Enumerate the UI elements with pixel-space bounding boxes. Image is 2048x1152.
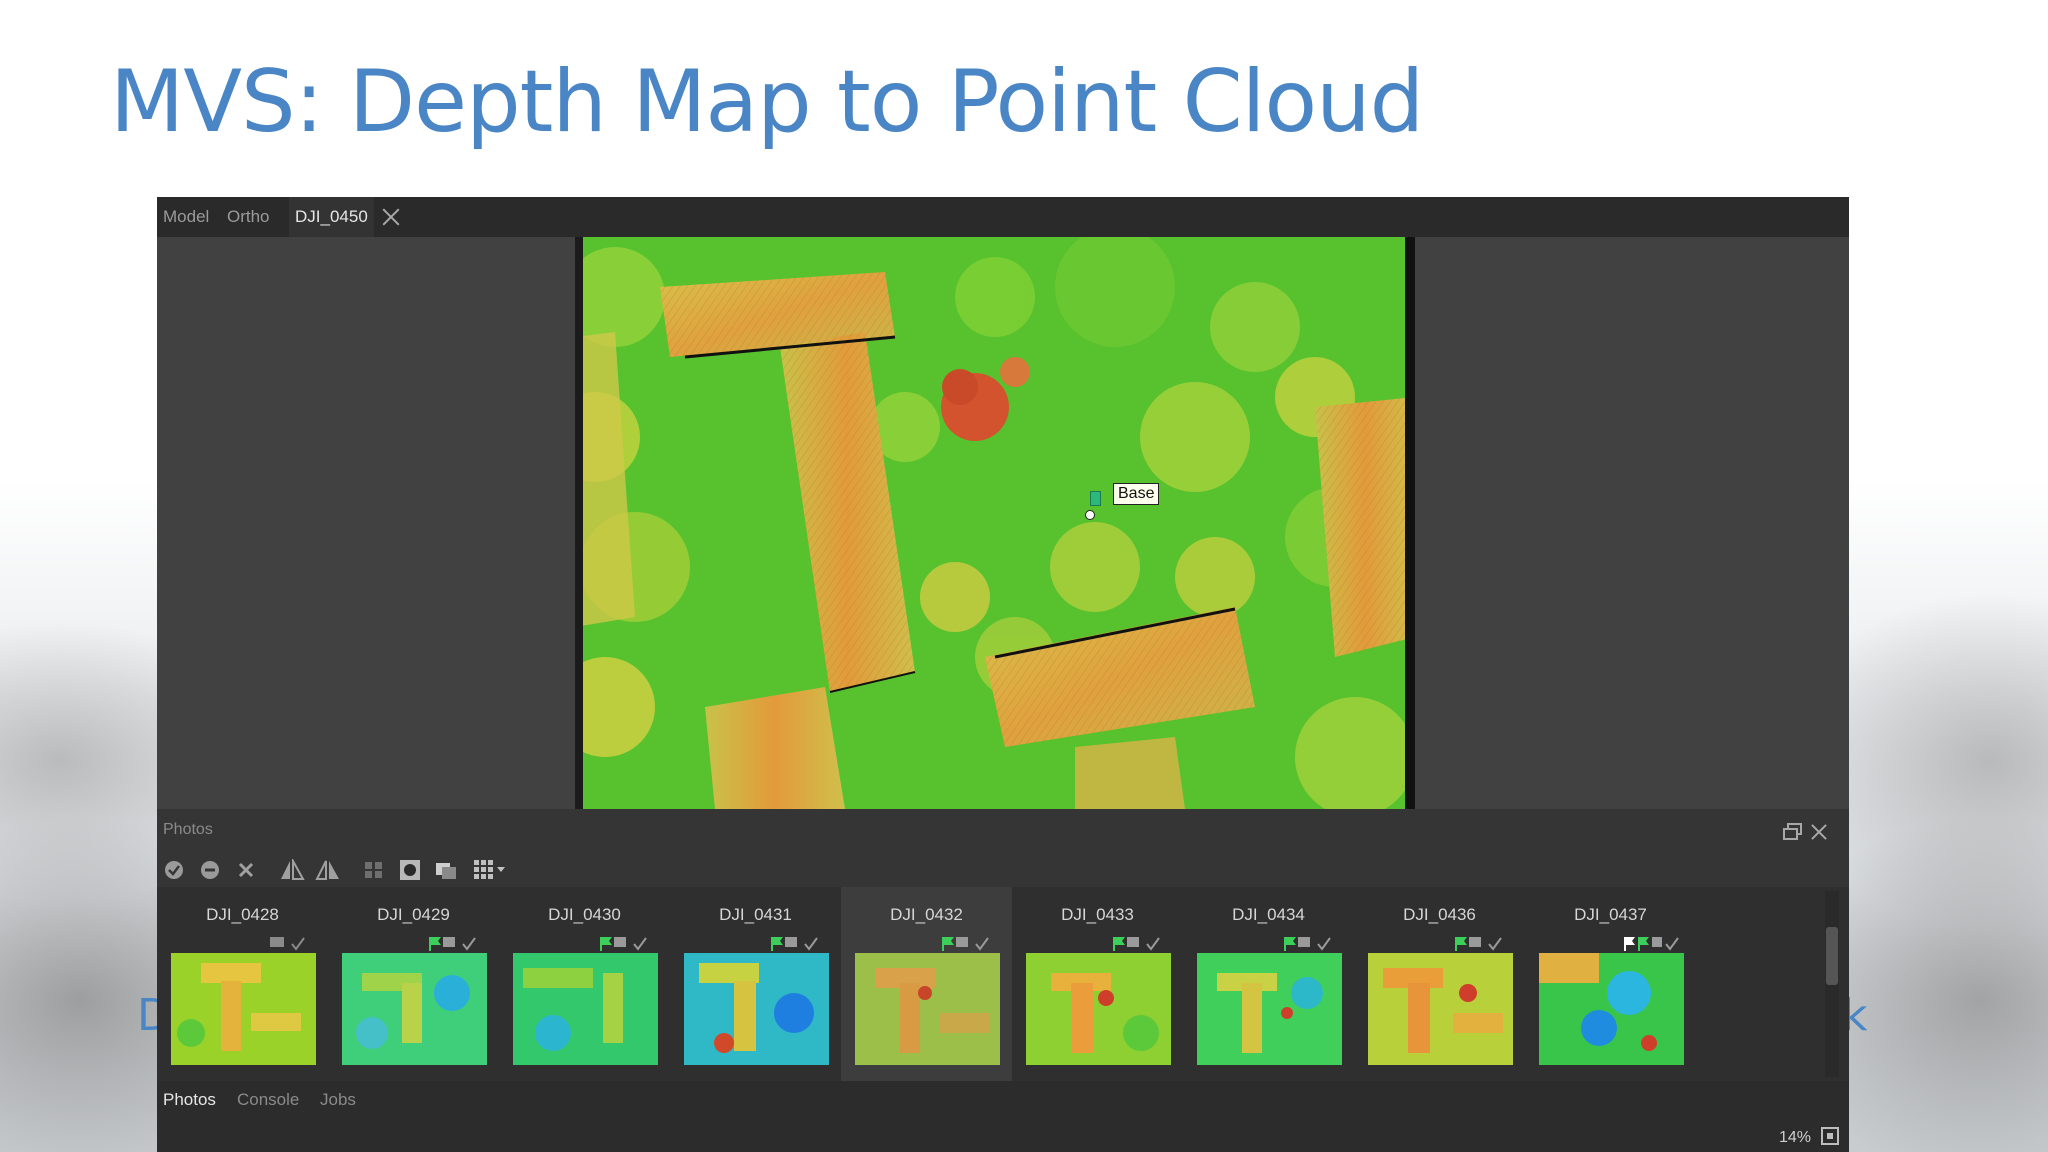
grid-view-icon[interactable]: [473, 859, 505, 881]
mask-icon[interactable]: [399, 859, 421, 881]
photo-status-icons: [256, 935, 316, 953]
close-tab-icon[interactable]: [379, 205, 403, 229]
document-tab-bar: Model Ortho DJI_0450: [157, 197, 1849, 237]
photo-status-icons: [598, 935, 658, 953]
photo-name: DJI_0436: [1403, 905, 1476, 924]
tab-model[interactable]: Model: [157, 197, 215, 237]
overlay-icon[interactable]: [435, 859, 457, 881]
depth-thumbnail-image: [684, 953, 829, 1065]
depth-map-image: [575, 237, 1415, 809]
marker-point[interactable]: [1085, 510, 1095, 520]
tab-ortho[interactable]: Ortho: [221, 197, 276, 237]
image-viewport[interactable]: Base: [157, 237, 1849, 809]
bottom-tab-bar: Photos Console Jobs: [157, 1081, 1849, 1117]
photo-name: DJI_0437: [1574, 905, 1647, 924]
photo-name: DJI_0433: [1061, 905, 1134, 924]
photo-strip[interactable]: DJI_0428 DJI_0429 DJI_0430 DJI_0431 DJI_…: [157, 887, 1849, 1081]
depth-thumbnail-image: [1197, 953, 1342, 1065]
photo-name: DJI_0428: [206, 905, 279, 924]
photos-panel-title: Photos: [163, 821, 213, 838]
depth-thumbnail-image: [855, 953, 1000, 1065]
zoom-level: 14%: [1778, 1129, 1811, 1146]
photo-name: DJI_0432: [890, 905, 963, 924]
slide-title: MVS: Depth Map to Point Cloud: [110, 52, 1424, 152]
photo-strip-scrollbar[interactable]: [1825, 891, 1839, 1077]
photo-thumbnail[interactable]: DJI_0436: [1354, 887, 1525, 1081]
photo-thumbnail[interactable]: DJI_0429: [328, 887, 499, 1081]
flip-vertical-icon[interactable]: [315, 859, 339, 881]
photo-thumbnail[interactable]: DJI_0433: [1012, 887, 1183, 1081]
photo-status-icons: [1453, 935, 1513, 953]
tab-dji-0450[interactable]: DJI_0450: [289, 197, 374, 237]
photo-status-icons: [1111, 935, 1171, 953]
group-icon[interactable]: [363, 859, 385, 881]
photo-status-icons: [1282, 935, 1342, 953]
status-bar: 14%: [157, 1117, 1849, 1152]
tab-photos[interactable]: Photos: [163, 1090, 216, 1110]
scrollbar-thumb[interactable]: [1826, 927, 1838, 985]
photo-thumbnail[interactable]: DJI_0434: [1183, 887, 1354, 1081]
photo-name: DJI_0429: [377, 905, 450, 924]
minus-circle-icon[interactable]: [199, 859, 221, 881]
depth-thumbnail-image: [1368, 953, 1513, 1065]
depth-thumbnail-image: [1026, 953, 1171, 1065]
photo-thumbnail[interactable]: DJI_0431: [670, 887, 841, 1081]
check-circle-icon[interactable]: [163, 859, 185, 881]
photo-name: DJI_0434: [1232, 905, 1305, 924]
photo-name: DJI_0430: [548, 905, 621, 924]
photos-toolbar: [157, 853, 1849, 887]
photo-status-icons: [1624, 935, 1684, 953]
x-icon[interactable]: [235, 859, 257, 881]
restore-window-icon[interactable]: [1783, 823, 1803, 841]
photo-thumbnail[interactable]: DJI_0428: [157, 887, 328, 1081]
photo-status-icons: [427, 935, 487, 953]
depth-thumbnail-image: [171, 953, 316, 1065]
flip-horizontal-icon[interactable]: [279, 857, 305, 881]
app-window: Model Ortho DJI_0450 Base Photos DJI_042…: [157, 197, 1849, 1152]
photo-name: DJI_0431: [719, 905, 792, 924]
tab-jobs[interactable]: Jobs: [320, 1090, 356, 1110]
photo-status-icons: [769, 935, 829, 953]
fit-to-view-icon[interactable]: [1819, 1125, 1841, 1147]
tab-console[interactable]: Console: [237, 1090, 299, 1110]
marker-label: Base: [1113, 483, 1160, 505]
depth-thumbnail-image: [513, 953, 658, 1065]
photo-thumbnail[interactable]: DJI_0430: [499, 887, 670, 1081]
photo-status-icons: [940, 935, 1000, 953]
photo-thumbnail-selected[interactable]: DJI_0432: [841, 887, 1012, 1081]
close-panel-icon[interactable]: [1809, 822, 1829, 842]
photos-panel-header: Photos: [157, 809, 1849, 853]
depth-thumbnail-image: [342, 953, 487, 1065]
depth-thumbnail-image: [1539, 953, 1684, 1065]
marker-flag-icon[interactable]: [1090, 491, 1101, 506]
photo-thumbnail[interactable]: DJI_0437: [1525, 887, 1696, 1081]
